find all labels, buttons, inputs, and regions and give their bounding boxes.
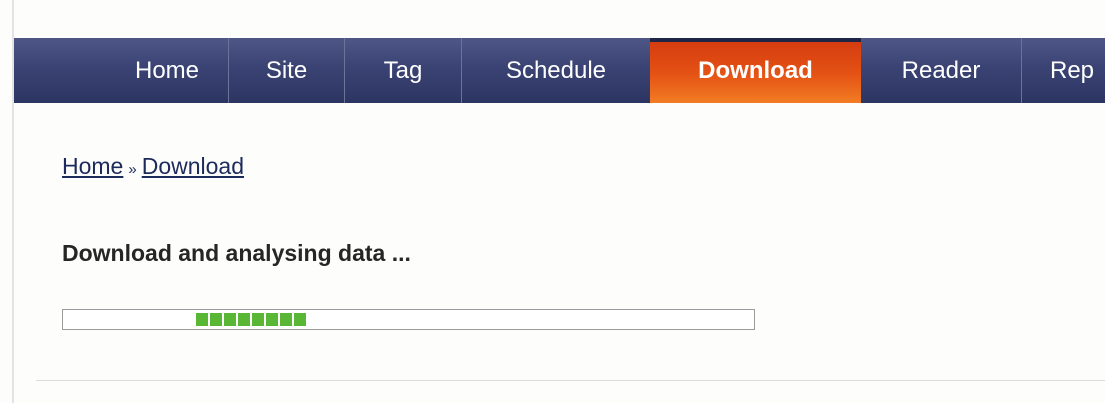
progress-block bbox=[238, 313, 250, 326]
progress-block bbox=[210, 313, 222, 326]
breadcrumb-separator: » bbox=[128, 161, 137, 178]
status-text: Download and analysing data ... bbox=[62, 240, 411, 266]
progress-bar bbox=[62, 309, 755, 330]
progress-block bbox=[294, 313, 306, 326]
nav-item-schedule[interactable]: Schedule bbox=[462, 38, 650, 103]
bottom-divider bbox=[36, 380, 1105, 381]
progress-fill bbox=[196, 313, 306, 326]
breadcrumb-download-link[interactable]: Download bbox=[142, 153, 244, 179]
nav-item-download[interactable]: Download bbox=[650, 38, 861, 103]
progress-block bbox=[280, 313, 292, 326]
progress-block bbox=[252, 313, 264, 326]
page: Home Site Tag Schedule Download Reader R… bbox=[0, 0, 1105, 403]
nav-item-site[interactable]: Site bbox=[229, 38, 344, 103]
progress-block bbox=[224, 313, 236, 326]
breadcrumb-home-link[interactable]: Home bbox=[62, 153, 123, 179]
nav-item-home[interactable]: Home bbox=[106, 38, 228, 103]
progress-block bbox=[266, 313, 278, 326]
progress-block bbox=[196, 313, 208, 326]
main-nav-bar: Home Site Tag Schedule Download Reader R… bbox=[14, 38, 1105, 103]
breadcrumb: Home » Download bbox=[62, 153, 244, 180]
nav-item-reader[interactable]: Reader bbox=[861, 38, 1021, 103]
nav-item-tag[interactable]: Tag bbox=[345, 38, 461, 103]
nav-item-rep[interactable]: Rep bbox=[1022, 38, 1105, 103]
